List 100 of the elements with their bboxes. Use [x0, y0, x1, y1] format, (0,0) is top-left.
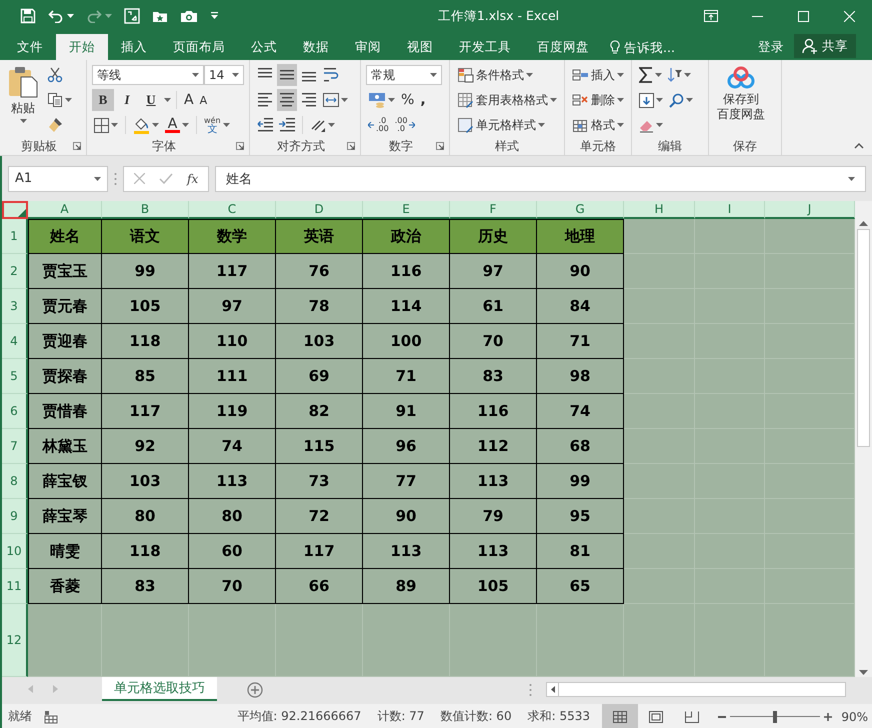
styles-button[interactable]: 条件格式 [455, 64, 559, 86]
ribbon-tab[interactable]: 公式 [238, 34, 290, 60]
ribbon-tab[interactable]: 页面布局 [160, 34, 238, 60]
align-button[interactable] [277, 64, 297, 86]
styles-button[interactable]: 单元格样式 [455, 114, 559, 136]
row-header[interactable]: 1 [2, 219, 28, 254]
caret-icon[interactable] [65, 98, 72, 102]
caret-icon[interactable] [328, 123, 335, 127]
increase-decimal-button[interactable]: .0 .00 [366, 114, 391, 136]
row-header[interactable]: 3 [2, 289, 28, 324]
row-header[interactable]: 9 [2, 499, 28, 534]
caret-icon[interactable] [848, 176, 855, 180]
ribbon-tab[interactable]: 百度网盘 [524, 34, 602, 60]
dialog-launcher-icon[interactable] [347, 142, 355, 150]
align-button[interactable] [277, 89, 297, 111]
italic-button[interactable]: I [116, 89, 138, 111]
check-icon[interactable] [159, 173, 173, 184]
font-size-field[interactable]: 14 [204, 65, 244, 85]
column-header[interactable]: H [624, 201, 695, 219]
view-button[interactable] [602, 704, 638, 728]
row-header[interactable]: 2 [2, 254, 28, 289]
increase-font-size-button[interactable]: A [182, 89, 196, 111]
column-header[interactable]: G [537, 201, 624, 219]
caret-icon[interactable] [656, 98, 663, 102]
percent-button[interactable]: % [399, 89, 416, 111]
row-header[interactable]: 12 [2, 604, 28, 677]
decrease-decimal-button[interactable]: .00 .0 [392, 114, 418, 136]
phonetic-guide-button[interactable]: wén 文 [202, 114, 232, 136]
row-header[interactable]: 5 [2, 359, 28, 394]
horizontal-scrollbar[interactable] [546, 682, 846, 697]
dialog-launcher-icon[interactable] [436, 142, 444, 150]
zoom-level[interactable]: 90% [838, 710, 868, 724]
column-header[interactable]: E [363, 201, 450, 219]
tell-me-field[interactable]: 告诉我... [624, 40, 694, 54]
caret-icon[interactable] [20, 119, 26, 123]
cells-button[interactable]: 格式 [570, 114, 626, 136]
row-header[interactable]: 7 [2, 429, 28, 464]
form-icon[interactable] [124, 8, 140, 24]
column-header[interactable]: J [765, 201, 855, 219]
name-box[interactable]: A1 [8, 166, 108, 192]
caret-icon[interactable] [526, 73, 533, 77]
caret-icon[interactable] [232, 73, 239, 77]
column-header[interactable]: A [28, 201, 102, 219]
column-header[interactable]: F [450, 201, 537, 219]
camera-icon[interactable] [180, 9, 198, 23]
caret-icon[interactable] [111, 123, 118, 127]
caret-icon[interactable] [67, 14, 74, 18]
save-icon[interactable] [20, 8, 36, 24]
ribbon-tab[interactable]: 开始 [56, 34, 108, 60]
caret-icon[interactable] [388, 98, 395, 102]
scroll-up-icon[interactable] [859, 221, 868, 226]
dialog-launcher-icon[interactable] [236, 142, 244, 150]
font-color-button[interactable]: A [163, 114, 191, 136]
caret-icon[interactable] [538, 123, 545, 127]
row-header[interactable]: 8 [2, 464, 28, 499]
caret-icon[interactable] [152, 123, 159, 127]
autosum-button[interactable] [637, 64, 664, 86]
caret-icon[interactable] [222, 123, 230, 127]
scroll-down-icon[interactable] [859, 670, 868, 675]
zoom-in-icon[interactable] [824, 712, 832, 720]
row-header[interactable]: 4 [2, 324, 28, 359]
row-header[interactable]: 10 [2, 534, 28, 569]
number-format-field[interactable]: 常规 [366, 65, 442, 85]
caret-icon[interactable] [617, 73, 624, 77]
column-header[interactable]: B [102, 201, 189, 219]
caret-icon[interactable] [684, 73, 691, 77]
customize-caret-icon[interactable] [210, 12, 219, 20]
cells-button[interactable]: 删除 [570, 89, 626, 111]
comma-button[interactable]: , [418, 89, 428, 111]
ribbon-tab[interactable]: 数据 [290, 34, 342, 60]
sign-in-link[interactable]: 登录 [748, 34, 794, 60]
decrease-font-size-button[interactable]: A [198, 89, 210, 111]
ribbon-tab[interactable]: 审阅 [342, 34, 394, 60]
paste-button[interactable]: 粘贴 [5, 64, 41, 137]
row-header[interactable]: 6 [2, 394, 28, 429]
caret-icon[interactable] [192, 73, 199, 77]
share-button[interactable]: 共享 [794, 34, 856, 58]
scrollbar-thumb[interactable] [857, 229, 870, 447]
caret-icon[interactable] [182, 123, 189, 127]
column-header[interactable]: I [695, 201, 765, 219]
insert-function-button[interactable]: fx [187, 172, 198, 186]
caret-icon[interactable] [430, 73, 437, 77]
sheet-tab[interactable]: 单元格选取技巧 [102, 677, 217, 701]
zoom-slider-thumb[interactable] [773, 710, 777, 722]
caret-icon[interactable] [656, 123, 663, 127]
macro-record-icon[interactable] [44, 710, 58, 724]
ribbon-tab[interactable]: 插入 [108, 34, 160, 60]
styles-button[interactable]: 套用表格格式 [455, 89, 559, 111]
caret-icon[interactable] [341, 98, 348, 102]
column-header[interactable]: D [276, 201, 363, 219]
column-header[interactable]: C [189, 201, 276, 219]
bold-button[interactable]: B [92, 89, 114, 111]
caret-icon[interactable] [550, 98, 557, 102]
caret-icon[interactable] [617, 98, 624, 102]
undo-icon[interactable] [48, 9, 64, 23]
caret-icon[interactable] [617, 123, 624, 127]
collapse-ribbon-icon[interactable] [854, 143, 864, 149]
star-folder-icon[interactable] [152, 9, 168, 23]
caret-icon[interactable] [686, 98, 693, 102]
save-to-cloud-button[interactable]: 保存到 百度网盘 [714, 64, 768, 137]
